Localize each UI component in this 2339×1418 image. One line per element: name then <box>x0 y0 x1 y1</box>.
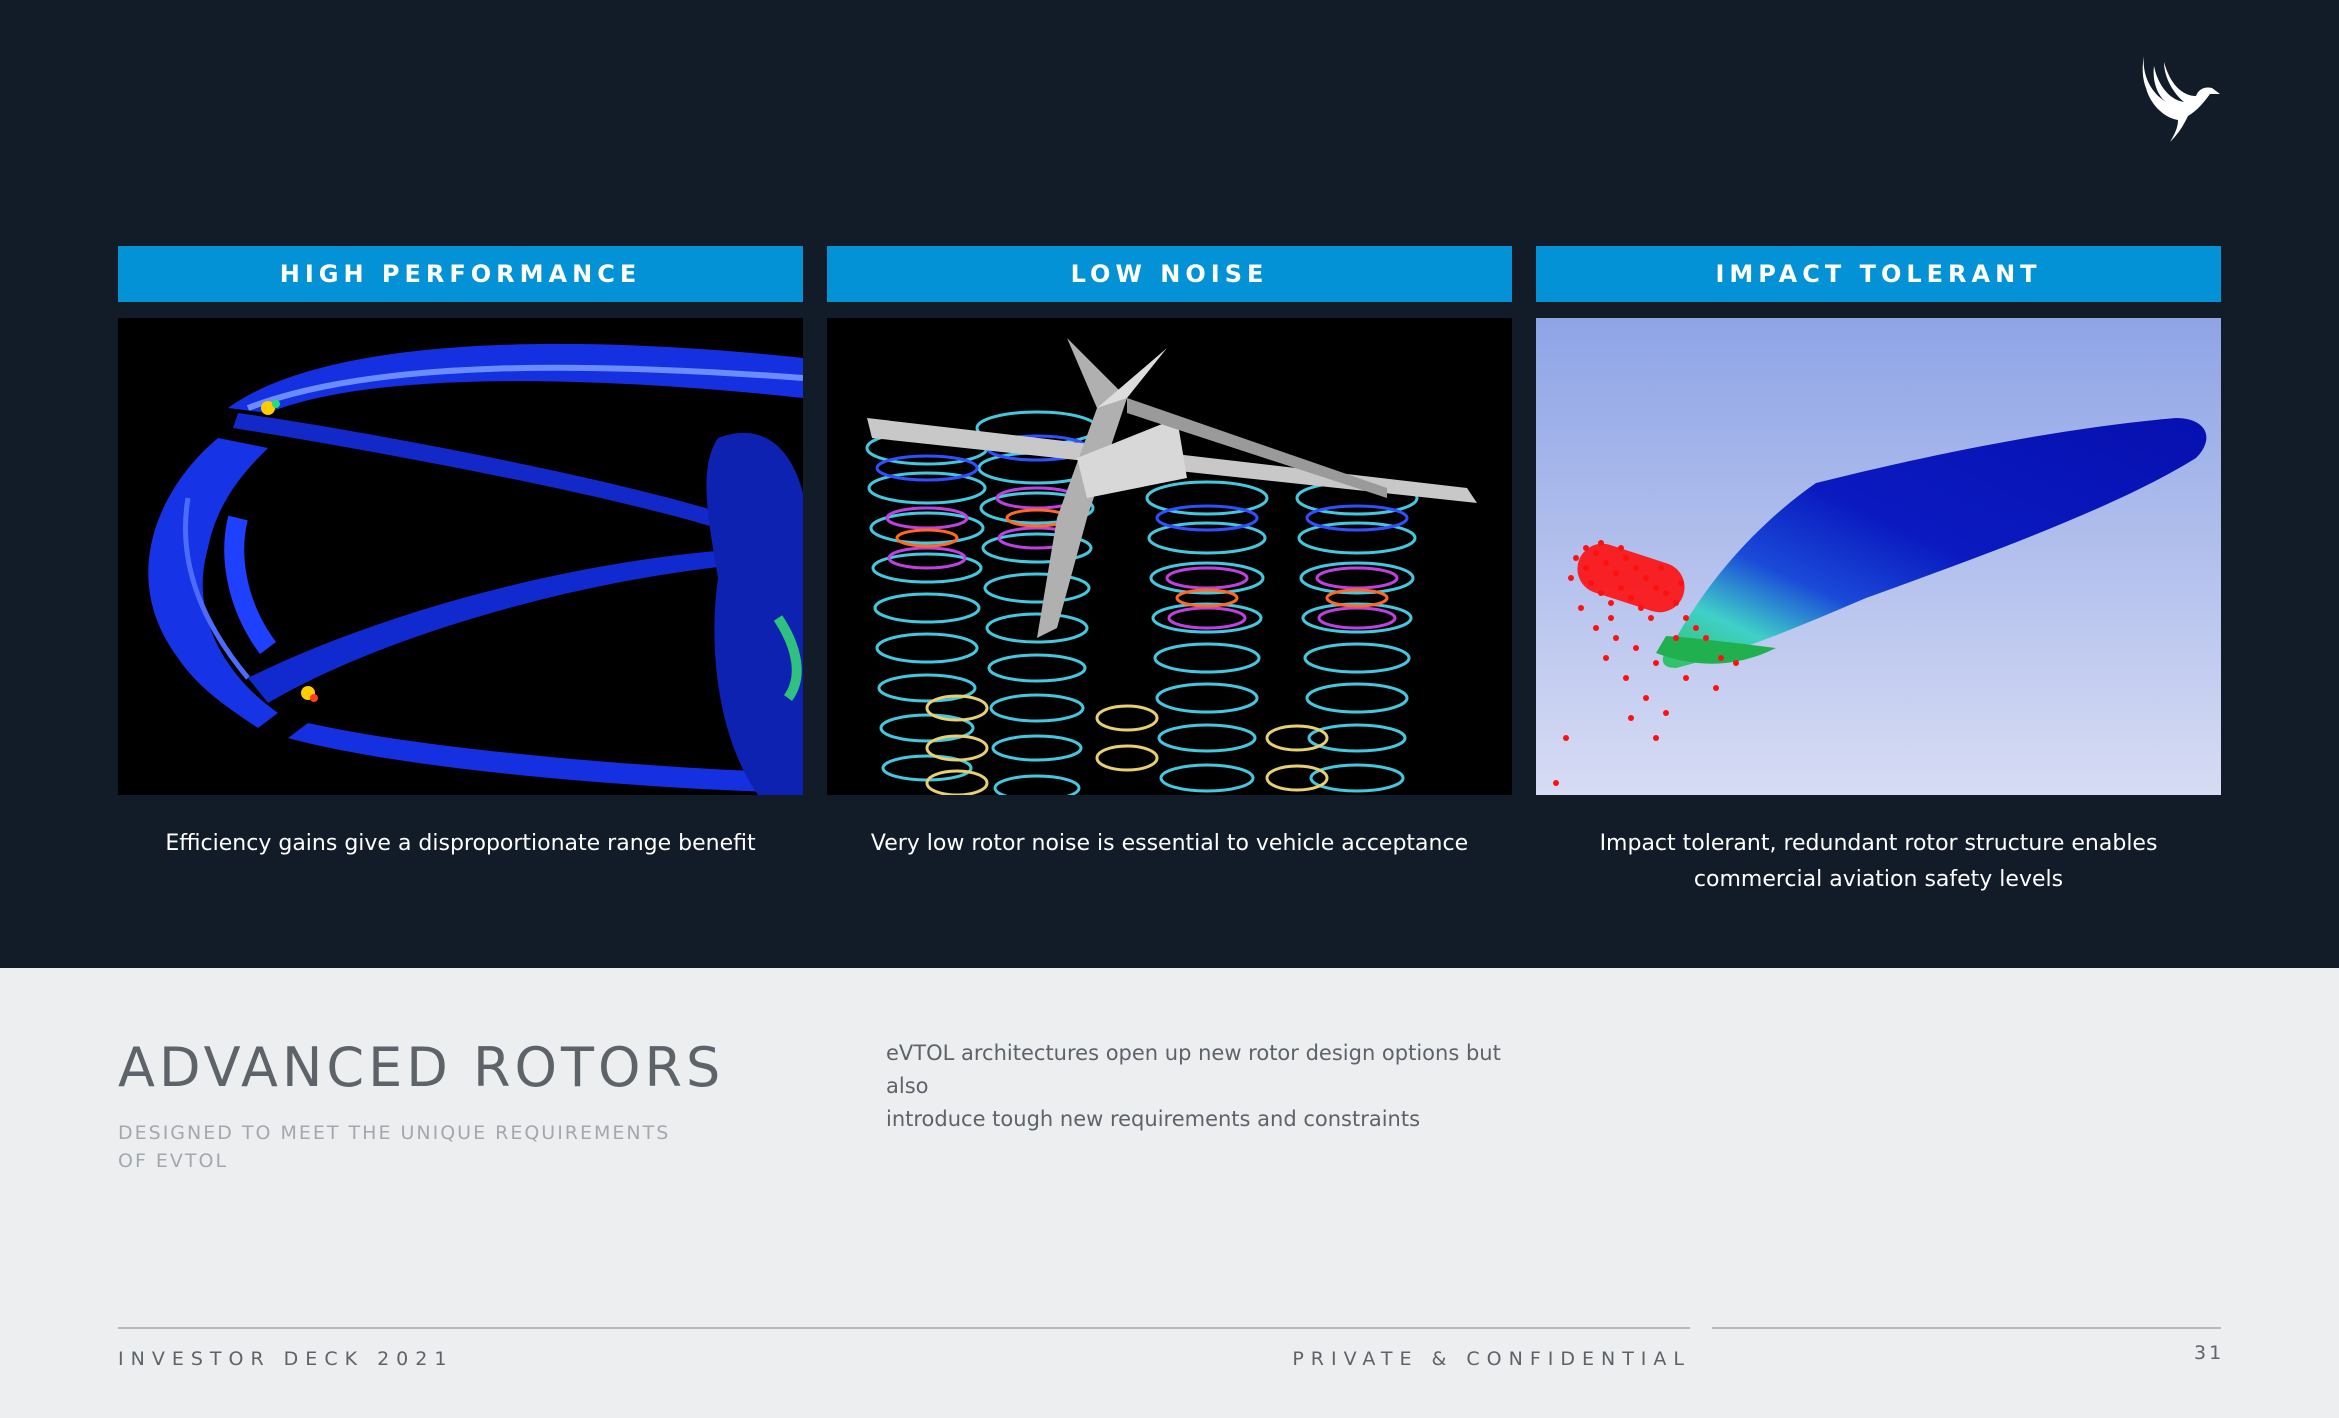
footer-divider <box>118 1327 1690 1329</box>
section-description: eVTOL architectures open up new rotor de… <box>886 1037 1546 1136</box>
card-header: LOW NOISE <box>827 246 1512 302</box>
blade-impact-simulation-image <box>1536 318 2221 795</box>
bird-logo-icon <box>2140 52 2220 142</box>
card-impact-tolerant: IMPACT TOLERANT Impact tolerant, redunda… <box>1536 246 2221 892</box>
card-caption: Impact tolerant, redundant rotor structu… <box>1536 826 2221 898</box>
card-header: IMPACT TOLERANT <box>1536 246 2221 302</box>
footer-divider <box>1712 1327 2221 1329</box>
card-low-noise: LOW NOISE Very low rotor noise is essent… <box>827 246 1512 856</box>
card-caption-line: Impact tolerant, redundant rotor structu… <box>1599 831 2158 856</box>
footer-confidential-label: PRIVATE & CONFIDENTIAL <box>1292 1348 1691 1370</box>
section-title: ADVANCED ROTORS <box>118 1036 725 1099</box>
subtitle-line: DESIGNED TO MEET THE UNIQUE REQUIREMENTS <box>118 1122 671 1144</box>
description-line: eVTOL architectures open up new rotor de… <box>886 1041 1501 1098</box>
subtitle-line: OF EVTOL <box>118 1150 229 1172</box>
rotor-wake-simulation-image <box>827 318 1512 795</box>
card-header: HIGH PERFORMANCE <box>118 246 803 302</box>
card-caption: Efficiency gains give a disproportionate… <box>165 831 756 856</box>
rotor-blade-simulation-image <box>118 318 803 795</box>
footer-deck-label: INVESTOR DECK 2021 <box>118 1348 454 1370</box>
card-high-performance: HIGH PERFORMANCE Efficiency gains give a… <box>118 246 803 856</box>
section-subtitle: DESIGNED TO MEET THE UNIQUE REQUIREMENTS… <box>118 1119 738 1175</box>
card-caption-line: commercial aviation safety levels <box>1693 867 2064 892</box>
page-number: 31 <box>2194 1342 2225 1364</box>
card-caption: Very low rotor noise is essential to veh… <box>870 831 1469 856</box>
description-line: introduce tough new requirements and con… <box>886 1107 1421 1131</box>
